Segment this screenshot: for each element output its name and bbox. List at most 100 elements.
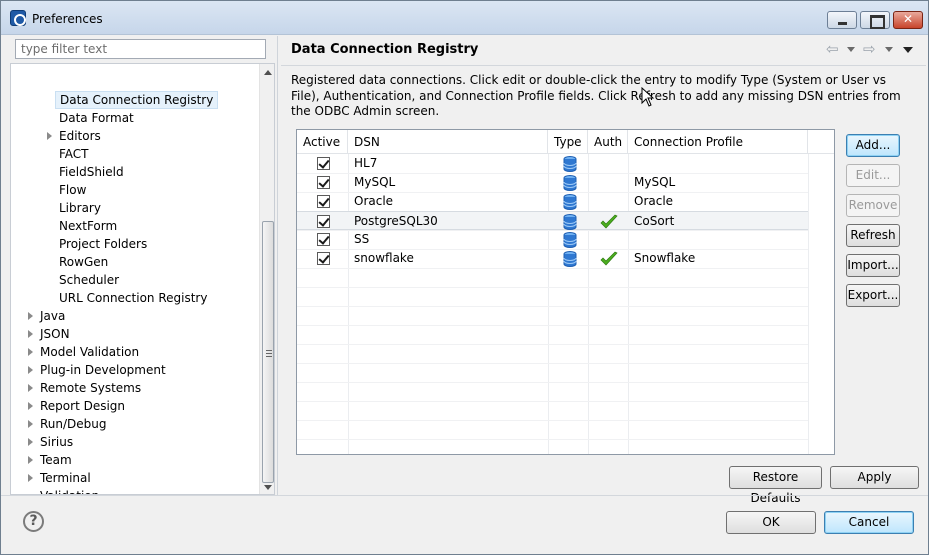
tree-item[interactable]: Data Format: [55, 109, 138, 127]
refresh-button[interactable]: Refresh: [846, 224, 900, 247]
expand-arrow-icon[interactable]: [28, 384, 33, 392]
dsn-cell: MySQL: [354, 175, 396, 189]
database-icon: [563, 251, 577, 270]
tree-item[interactable]: Project Folders: [55, 235, 151, 253]
window-title: Preferences: [32, 12, 103, 26]
tree-item[interactable]: JSON: [36, 325, 74, 343]
row-divider: [297, 363, 808, 364]
apply-button[interactable]: Apply: [830, 466, 919, 489]
cancel-button[interactable]: Cancel: [824, 511, 914, 534]
mouse-cursor-icon: [641, 87, 655, 107]
active-checkbox[interactable]: [317, 215, 330, 228]
expand-arrow-icon[interactable]: [28, 420, 33, 428]
filter-input[interactable]: [15, 39, 266, 59]
active-checkbox[interactable]: [317, 157, 330, 170]
tree-item[interactable]: Remote Systems: [36, 379, 145, 397]
connection-profile-cell: MySQL: [634, 175, 676, 189]
expand-arrow-icon[interactable]: [28, 474, 33, 482]
table-row[interactable]: Oracle Oracle: [297, 192, 808, 211]
active-checkbox[interactable]: [317, 195, 330, 208]
tree-item[interactable]: Terminal: [36, 469, 95, 487]
expand-arrow-icon[interactable]: [28, 456, 33, 464]
preference-tree: Data Connection Registry Data Format Edito…: [10, 63, 275, 495]
expand-arrow-icon[interactable]: [28, 366, 33, 374]
tree-item[interactable]: Model Validation: [36, 343, 143, 361]
column-header-active[interactable]: Active: [297, 130, 348, 154]
edit-button[interactable]: Edit...: [846, 164, 900, 187]
expand-arrow-icon[interactable]: [28, 348, 33, 356]
row-divider: [297, 382, 808, 383]
tree-item[interactable]: Run/Debug: [36, 415, 111, 433]
connection-profile-cell: [628, 230, 634, 249]
column-header-filler: [808, 130, 834, 154]
connection-profile-cell: Snowflake: [634, 251, 696, 265]
expand-arrow-icon[interactable]: [47, 132, 52, 140]
table-row[interactable]: snowflake Snowflake: [297, 249, 808, 268]
tree-item[interactable]: Sirius: [36, 433, 77, 451]
row-divider: [297, 344, 808, 345]
dsn-cell: SS: [354, 232, 370, 246]
column-header-type[interactable]: Type: [548, 130, 588, 154]
table-row[interactable]: PostgreSQL30 CoSort: [297, 211, 808, 230]
remove-button[interactable]: Remove: [846, 194, 900, 217]
left-pane: Data Connection RegistryData FormatEdito…: [10, 36, 275, 495]
page-description: Registered data connections. Click edit …: [291, 73, 901, 118]
ok-button[interactable]: OK: [726, 511, 816, 534]
import-button[interactable]: Import...: [846, 254, 900, 277]
active-checkbox[interactable]: [317, 252, 330, 265]
expand-arrow-icon[interactable]: [28, 330, 33, 338]
column-header-connection-profile[interactable]: Connection Profile: [628, 130, 808, 154]
tree-item[interactable]: FACT: [55, 145, 93, 163]
column-header-auth[interactable]: Auth: [588, 130, 628, 154]
tree-item[interactable]: Validation: [36, 487, 103, 494]
dsn-cell: HL7: [354, 156, 378, 170]
back-arrow-icon[interactable]: ⇦: [826, 40, 839, 58]
view-menu-icon[interactable]: [903, 47, 913, 53]
tree-item[interactable]: NextForm: [55, 217, 121, 235]
table-row[interactable]: SS: [297, 230, 808, 249]
tree-item[interactable]: Team: [36, 451, 76, 469]
tree-item[interactable]: Plug-in Development: [36, 361, 170, 379]
restore-defaults-button[interactable]: Restore Defaults: [729, 466, 822, 505]
tree-item[interactable]: FieldShield: [55, 163, 128, 181]
expand-arrow-icon[interactable]: [28, 438, 33, 446]
column-header-dsn[interactable]: DSN: [348, 130, 548, 154]
maximize-button[interactable]: [860, 11, 890, 29]
help-icon[interactable]: ?: [23, 511, 44, 532]
forward-arrow-icon[interactable]: ⇨: [863, 40, 876, 58]
table-row[interactable]: MySQL MySQL: [297, 173, 808, 192]
dsn-cell: snowflake: [354, 251, 414, 265]
row-divider: [297, 401, 808, 402]
scroll-up-arrow-icon[interactable]: [264, 70, 272, 75]
tree-item[interactable]: Java: [36, 307, 69, 325]
row-divider: [297, 287, 808, 288]
tree-scrollbar[interactable]: [259, 64, 274, 494]
back-dropdown-icon[interactable]: [847, 47, 855, 52]
tree-item[interactable]: Scheduler: [55, 271, 123, 289]
row-divider: [297, 268, 808, 269]
connection-profile-cell: Oracle: [634, 194, 674, 208]
minimize-button[interactable]: [827, 11, 857, 29]
export-button[interactable]: Export...: [846, 284, 900, 307]
connections-table: Active DSN Type Auth Connection Profile …: [296, 129, 835, 455]
tree-item[interactable]: Data Connection Registry: [55, 91, 219, 109]
close-button[interactable]: [893, 11, 923, 29]
tree-item[interactable]: Report Design: [36, 397, 129, 415]
tree-item[interactable]: Library: [55, 199, 105, 217]
expand-arrow-icon[interactable]: [28, 402, 33, 410]
scroll-down-arrow-icon[interactable]: [264, 485, 272, 490]
pane-divider[interactable]: [277, 36, 278, 495]
tree-item[interactable]: Editors: [55, 127, 105, 145]
add-button[interactable]: Add...: [846, 134, 900, 157]
tree-item[interactable]: URL Connection Registry: [55, 289, 211, 307]
active-checkbox[interactable]: [317, 176, 330, 189]
scrollbar-thumb[interactable]: [262, 221, 274, 483]
table-row[interactable]: HL7: [297, 154, 808, 173]
column-divider: [808, 154, 809, 454]
title-bar[interactable]: Preferences: [1, 1, 928, 35]
active-checkbox[interactable]: [317, 233, 330, 246]
tree-item[interactable]: RowGen: [55, 253, 112, 271]
forward-dropdown-icon[interactable]: [885, 47, 893, 52]
tree-item[interactable]: Flow: [55, 181, 90, 199]
expand-arrow-icon[interactable]: [28, 312, 33, 320]
